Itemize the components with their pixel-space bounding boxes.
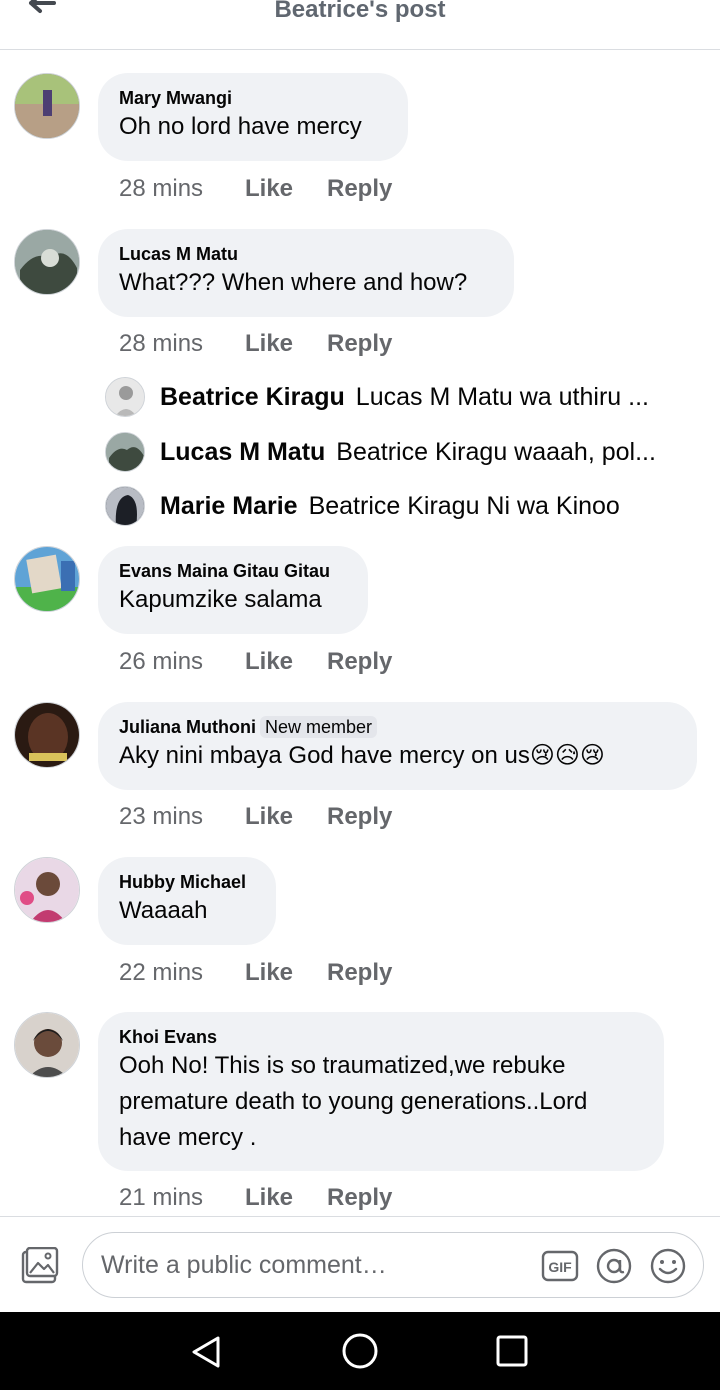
nav-home-button[interactable] bbox=[340, 1331, 380, 1371]
reply-text: Beatrice Kiragu Ni wa Kinoo bbox=[308, 491, 620, 520]
reply-author[interactable]: Beatrice Kiragu bbox=[160, 383, 345, 412]
triangle-back-icon bbox=[192, 1336, 220, 1368]
comment-actions: 26 mins Like Reply bbox=[119, 648, 392, 676]
reply-button[interactable]: Reply bbox=[327, 175, 392, 203]
comment-actions: 23 mins Like Reply bbox=[119, 803, 392, 831]
comment-author-row: Juliana Muthoni New member bbox=[119, 716, 675, 738]
new-member-badge: New member bbox=[260, 716, 378, 738]
nav-back-button[interactable] bbox=[186, 1332, 226, 1372]
like-button[interactable]: Like bbox=[245, 803, 327, 831]
comment-input-box[interactable]: GIF bbox=[82, 1232, 704, 1298]
comment-time: 22 mins bbox=[119, 959, 204, 986]
avatar[interactable] bbox=[14, 229, 80, 295]
photo-icon bbox=[21, 1246, 59, 1284]
comment-bubble[interactable]: Mary Mwangi Oh no lord have mercy bbox=[98, 73, 408, 161]
avatar[interactable] bbox=[14, 857, 80, 923]
comment-text-line: have mercy . bbox=[119, 1124, 257, 1151]
reply-button[interactable]: Reply bbox=[327, 330, 392, 358]
comment-bubble[interactable]: Khoi Evans Ooh No! This is so traumatize… bbox=[98, 1012, 664, 1171]
like-button[interactable]: Like bbox=[245, 959, 327, 987]
reply-button[interactable]: Reply bbox=[327, 803, 392, 831]
avatar[interactable] bbox=[14, 702, 80, 768]
comment-text-line: Ooh No! This is so traumatized,we rebuke bbox=[119, 1052, 566, 1079]
avatar[interactable] bbox=[105, 486, 145, 526]
reply-button[interactable]: Reply bbox=[327, 959, 392, 987]
comment-author[interactable]: Khoi Evans bbox=[119, 1026, 642, 1048]
smiley-icon bbox=[650, 1248, 686, 1284]
emoji-button[interactable] bbox=[649, 1247, 687, 1285]
reply-author[interactable]: Marie Marie bbox=[160, 492, 298, 521]
comment-bubble[interactable]: Juliana Muthoni New member Aky nini mbaya… bbox=[98, 702, 697, 790]
like-button[interactable]: Like bbox=[245, 1184, 327, 1212]
comment-input[interactable] bbox=[101, 1247, 521, 1283]
reply-preview[interactable]: Marie Marie Beatrice Kiragu Ni wa Kinoo bbox=[105, 486, 705, 526]
avatar[interactable] bbox=[14, 73, 80, 139]
comment-time: 21 mins bbox=[119, 1184, 204, 1211]
square-recents-icon bbox=[496, 1335, 528, 1367]
comment-time: 28 mins bbox=[119, 330, 204, 357]
circle-home-icon bbox=[342, 1333, 378, 1369]
reply-text: Lucas M Matu wa uthiru ... bbox=[355, 382, 649, 411]
avatar[interactable] bbox=[105, 377, 145, 417]
like-button[interactable]: Like bbox=[245, 330, 327, 358]
comment-text-line: premature death to young generations..Lo… bbox=[119, 1088, 588, 1115]
reply-button[interactable]: Reply bbox=[327, 648, 392, 676]
comment-bubble[interactable]: Evans Maina Gitau Gitau Kapumzike salama bbox=[98, 546, 368, 634]
reply-text: Beatrice Kiragu waaah, pol... bbox=[336, 437, 656, 466]
like-button[interactable]: Like bbox=[245, 648, 327, 676]
comment-time: 28 mins bbox=[119, 175, 204, 202]
comment-author[interactable]: Juliana Muthoni bbox=[119, 717, 256, 737]
comment-actions: 28 mins Like Reply bbox=[119, 330, 392, 358]
comment-bubble[interactable]: Lucas M Matu What??? When where and how? bbox=[98, 229, 514, 317]
comment-bubble[interactable]: Hubby Michael Waaaah bbox=[98, 857, 276, 945]
comment-author[interactable]: Hubby Michael bbox=[119, 871, 254, 893]
at-sign-icon bbox=[596, 1248, 632, 1284]
mention-button[interactable] bbox=[595, 1247, 633, 1285]
comment-composer: GIF bbox=[0, 1216, 720, 1312]
like-button[interactable]: Like bbox=[245, 175, 327, 203]
comment-text: Waaaah bbox=[119, 897, 208, 924]
comment-actions: 22 mins Like Reply bbox=[119, 959, 392, 987]
comment-text: Oh no lord have mercy bbox=[119, 113, 362, 140]
comment-author[interactable]: Lucas M Matu bbox=[119, 243, 492, 265]
comment-author[interactable]: Mary Mwangi bbox=[119, 87, 386, 109]
avatar[interactable] bbox=[105, 432, 145, 472]
comment-time: 23 mins bbox=[119, 803, 204, 830]
reply-preview[interactable]: Lucas M Matu Beatrice Kiragu waaah, pol.… bbox=[105, 432, 705, 472]
post-header: Beatrice's post bbox=[0, 0, 720, 50]
comment-text: Kapumzike salama bbox=[119, 586, 322, 613]
reply-button[interactable]: Reply bbox=[327, 1184, 392, 1212]
gif-button[interactable]: GIF bbox=[541, 1250, 579, 1282]
avatar[interactable] bbox=[14, 1012, 80, 1078]
comment-actions: 21 mins Like Reply bbox=[119, 1184, 392, 1212]
page-title: Beatrice's post bbox=[274, 0, 446, 23]
gif-icon: GIF bbox=[541, 1250, 579, 1282]
comment-author[interactable]: Evans Maina Gitau Gitau bbox=[119, 560, 346, 582]
reply-author[interactable]: Lucas M Matu bbox=[160, 438, 325, 467]
nav-recents-button[interactable] bbox=[494, 1333, 530, 1369]
photo-button[interactable] bbox=[20, 1246, 60, 1285]
comment-text: Aky nini mbaya God have mercy on us😢😥😢 bbox=[119, 742, 605, 769]
comment-actions: 28 mins Like Reply bbox=[119, 175, 392, 203]
comment-text: What??? When where and how? bbox=[119, 269, 468, 296]
comment-time: 26 mins bbox=[119, 648, 204, 675]
system-nav-bar bbox=[0, 1312, 720, 1390]
avatar[interactable] bbox=[14, 546, 80, 612]
reply-preview[interactable]: Beatrice Kiragu Lucas M Matu wa uthiru .… bbox=[105, 377, 705, 417]
gif-label: GIF bbox=[548, 1259, 572, 1275]
